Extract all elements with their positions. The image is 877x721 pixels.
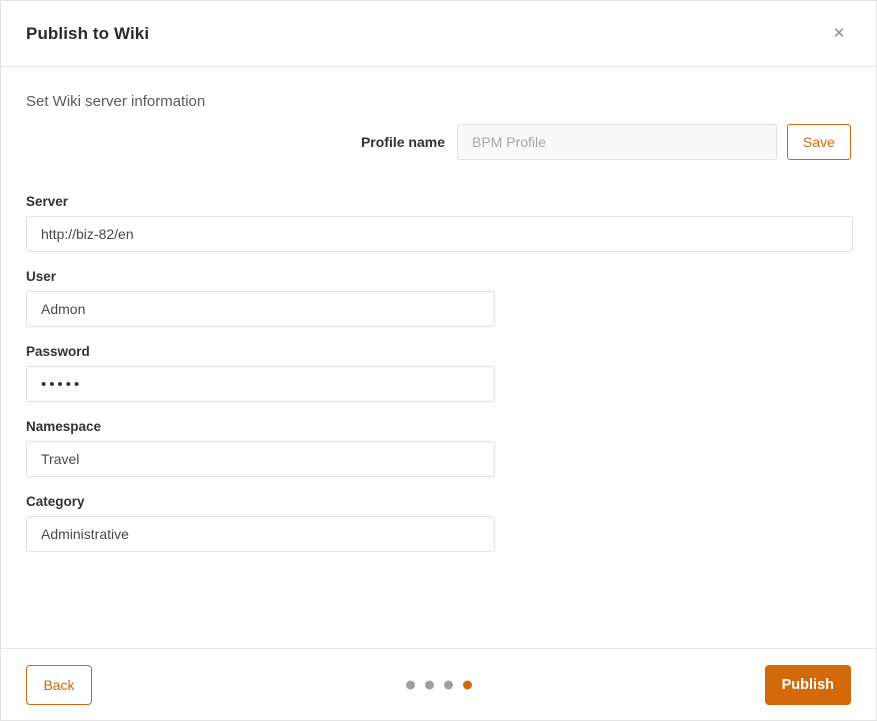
dialog-header: Publish to Wiki × [1, 1, 876, 67]
profile-name-input[interactable] [457, 124, 777, 160]
publish-button[interactable]: Publish [764, 664, 851, 705]
field-group-namespace: Namespace [26, 419, 851, 477]
step-dot-1[interactable] [405, 680, 415, 689]
namespace-label: Namespace [26, 419, 102, 434]
section-heading: Set Wiki server information [26, 93, 206, 110]
user-label: User [26, 269, 57, 284]
step-dot-2[interactable] [424, 680, 434, 689]
field-group-category: Category [26, 494, 851, 552]
server-fields: Server User Password Namespace Category [26, 194, 853, 552]
field-group-password: Password [26, 344, 851, 402]
namespace-input[interactable] [26, 441, 495, 477]
password-label: Password [26, 344, 90, 359]
page-title: Publish to Wiki [26, 23, 150, 43]
dialog-body: Set Wiki server information Profile name… [1, 67, 876, 649]
field-group-user: User [26, 269, 851, 327]
field-group-server: Server [26, 194, 853, 252]
profile-name-label: Profile name [360, 134, 445, 150]
category-label: Category [26, 494, 85, 509]
password-input[interactable] [26, 366, 495, 402]
dialog-footer: Back Publish [1, 649, 876, 720]
step-dot-3[interactable] [443, 680, 453, 689]
publish-to-wiki-dialog: Publish to Wiki × Set Wiki server inform… [0, 0, 877, 721]
category-input[interactable] [26, 516, 495, 552]
close-icon[interactable]: × [826, 21, 852, 47]
server-label: Server [26, 194, 69, 209]
step-dot-4[interactable] [462, 680, 472, 689]
save-button[interactable]: Save [787, 124, 851, 160]
back-button[interactable]: Back [26, 664, 92, 705]
user-input[interactable] [26, 291, 495, 327]
profile-name-row: Profile name Save [26, 124, 851, 160]
server-input[interactable] [26, 216, 853, 252]
step-indicator [405, 680, 472, 689]
